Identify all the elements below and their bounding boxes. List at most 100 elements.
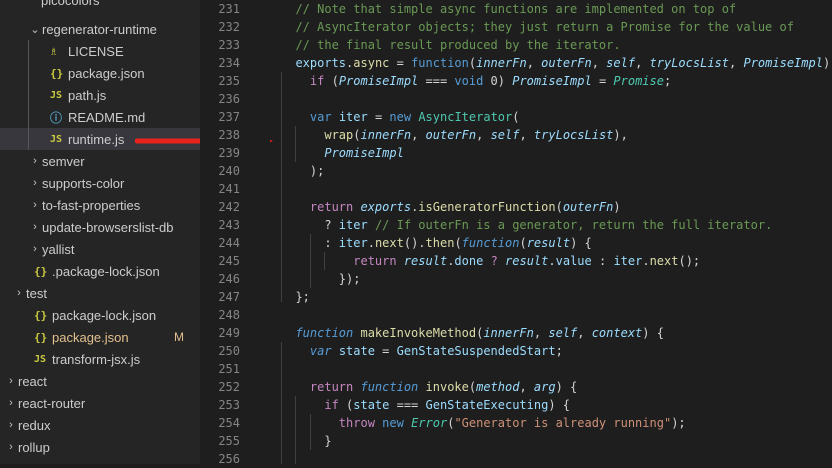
chevron-right-icon[interactable]: › (28, 243, 42, 255)
code-line: throw new Error("Generator is already ru… (281, 414, 686, 432)
tree-item[interactable]: › redux (0, 414, 200, 436)
tree-item-label: transform-jsx.js (52, 351, 141, 367)
code-token: then (425, 236, 455, 250)
tree-item-label: semver (42, 153, 85, 169)
tree-item[interactable]: {} package.json (0, 62, 200, 84)
json-file-icon: {} (50, 66, 64, 80)
code-token: void (454, 74, 484, 88)
line-number: 255 (218, 434, 240, 448)
chevron-right-icon[interactable]: › (4, 397, 18, 409)
code-token: arg (533, 380, 556, 394)
code-token: (); (678, 254, 701, 268)
code-line: // AsyncIterator objects; they just retu… (281, 18, 794, 36)
tree-item[interactable]: › to-fast-properties (0, 194, 200, 216)
line-number: 244 (218, 236, 240, 250)
chevron-right-icon[interactable]: › (4, 419, 18, 431)
code-token: = (367, 110, 390, 124)
line-number: 251 (218, 362, 240, 376)
code-token: innerFn (360, 128, 412, 142)
code-token: ( (512, 110, 520, 124)
tree-item-label: path.js (68, 87, 107, 103)
tree-item[interactable]: {} .package-lock.json (0, 260, 200, 282)
code-token: state (353, 398, 390, 412)
code-token: result (505, 254, 549, 268)
code-token: "Generator is already running" (454, 416, 672, 430)
chevron-right-icon[interactable]: › (4, 441, 18, 453)
code-token: ); (281, 164, 325, 178)
code-token: PromiseImpl (324, 146, 404, 160)
chevron-right-icon[interactable]: › (12, 287, 26, 299)
code-token: self (490, 128, 520, 142)
line-number: 247 (218, 290, 240, 304)
code-line: } (281, 432, 331, 450)
code-token: ) (613, 200, 621, 214)
code-line: return function invoke(method, arg) { (281, 378, 577, 396)
code-token: innerFn (476, 56, 527, 70)
code-token: === (418, 74, 455, 88)
code-token: , (519, 128, 534, 142)
code-token: iter (338, 236, 368, 250)
tree-item[interactable]: {} package-lock.json (0, 304, 200, 326)
tree-item-label: yallist (42, 241, 75, 257)
tree-item-partial[interactable]: picocolors (0, 0, 200, 11)
chevron-down-icon[interactable]: ⌄ (28, 23, 42, 36)
code-token: wrap (324, 128, 354, 142)
code-token: ( (519, 236, 527, 250)
code-line: exports.async = function(innerFn, outerF… (281, 54, 832, 72)
code-token: = (389, 56, 412, 70)
chevron-right-icon[interactable]: › (28, 199, 42, 211)
tree-item[interactable]: JS path.js (0, 84, 200, 106)
tree-item[interactable]: JS transform-jsx.js (0, 348, 200, 370)
code-token: outerFn (425, 128, 477, 142)
tree-item[interactable]: › test (0, 282, 200, 304)
tree-item-label: README.md (68, 109, 146, 125)
line-number: 241 (218, 182, 240, 196)
code-token: ) { (555, 380, 578, 394)
code-token: iter (613, 254, 643, 268)
code-token: ( (338, 398, 354, 412)
chevron-right-icon[interactable]: › (28, 155, 42, 167)
code-token: ; (555, 344, 563, 358)
code-token: . (642, 254, 650, 268)
code-line: var iter = new AsyncIterator( (281, 108, 520, 126)
code-token: throw (281, 416, 375, 430)
line-number: 253 (218, 398, 240, 412)
tree-item-label: test (26, 285, 47, 301)
code-token: , (591, 56, 607, 70)
tree-item[interactable]: ⌄ regenerator-runtime (0, 18, 200, 40)
tree-item[interactable]: › yallist (0, 238, 200, 260)
info-file-icon: ⓘ (50, 110, 63, 125)
code-token: value (555, 254, 592, 268)
tree-item[interactable]: › react (0, 370, 200, 392)
chevron-right-icon[interactable]: › (28, 177, 42, 189)
tree-item[interactable]: › supports-color (0, 172, 200, 194)
chevron-right-icon[interactable]: › (28, 221, 42, 233)
code-token: AsyncIterator (418, 110, 513, 124)
js-file-icon: JS (34, 353, 47, 365)
code-line: ? iter // If outerFn is a generator, ret… (281, 216, 772, 234)
tree-item-label: react-router (18, 395, 86, 411)
code-token: = (591, 74, 614, 88)
json-file-icon: {} (34, 330, 48, 344)
tree-item[interactable]: › update-browserslist-db (0, 216, 200, 238)
tree-item[interactable]: › react-router (0, 392, 200, 414)
code-token: next (374, 236, 404, 250)
code-token: ), (613, 128, 628, 142)
indent-guide (28, 40, 29, 150)
tree-item[interactable]: ♗ LICENSE (0, 40, 200, 62)
code-token: }); (281, 272, 361, 286)
code-token: ? (490, 254, 498, 268)
tree-item[interactable]: › rollup (0, 436, 200, 458)
code-editor[interactable]: // Note that simple async functions are … (281, 0, 832, 464)
code-token: outerFn (541, 56, 592, 70)
json-file-icon: {} (34, 264, 48, 278)
code-token: ( (324, 74, 339, 88)
chevron-right-icon[interactable]: › (4, 375, 18, 387)
tree-item[interactable]: {} package.json M (0, 326, 200, 348)
